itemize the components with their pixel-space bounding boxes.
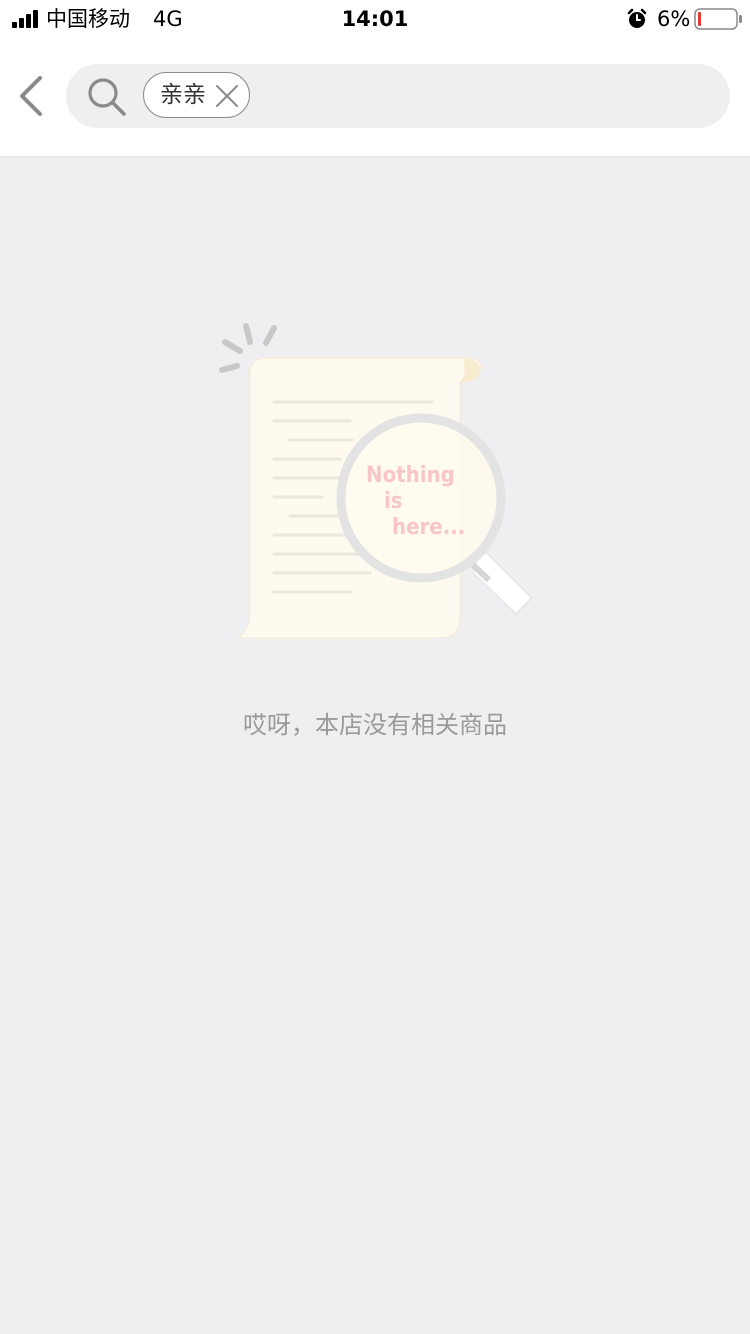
illustration-text-line-2: is — [384, 489, 403, 514]
close-icon[interactable] — [215, 84, 239, 108]
search-input[interactable]: 亲亲 — [66, 64, 730, 128]
status-bar: 中国移动 4G 14:01 6% — [0, 0, 750, 40]
battery-percentage: 6% — [657, 7, 691, 31]
search-header: 亲亲 — [0, 40, 750, 157]
alarm-icon — [627, 8, 647, 28]
empty-illustration: Nothing is here... — [219, 323, 534, 639]
illustration-text-line-3: here... — [392, 515, 465, 540]
battery-icon — [694, 8, 742, 30]
search-icon — [88, 78, 126, 116]
back-button[interactable] — [10, 70, 54, 122]
search-keyword-tag[interactable]: 亲亲 — [143, 72, 250, 118]
search-results-page: 中国移动 4G 14:01 6% 亲亲 Nothing is here... 哎… — [0, 0, 750, 1334]
search-keyword-label: 亲亲 — [160, 82, 206, 108]
chevron-left-icon — [20, 76, 42, 116]
illustration-text-line-1: Nothing — [366, 463, 455, 488]
empty-state-message: 哎呀，本店没有相关商品 — [243, 711, 507, 739]
